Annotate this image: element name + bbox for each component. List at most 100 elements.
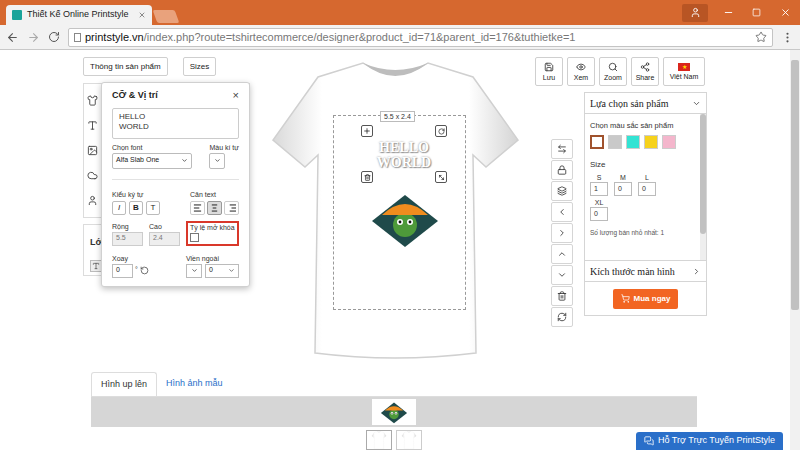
new-tab-button[interactable] <box>152 10 179 23</box>
text-style-button[interactable]: T <box>146 201 160 215</box>
chat-icon <box>644 436 654 446</box>
menu-icon[interactable] <box>781 31 794 44</box>
tool-button[interactable] <box>84 163 101 188</box>
minimize-button[interactable] <box>714 7 742 18</box>
forward-icon[interactable] <box>27 31 40 44</box>
side-tool-button[interactable] <box>551 139 573 159</box>
panel-scrollbar[interactable] <box>700 114 706 260</box>
language-button[interactable]: ★Việt Nam <box>663 57 705 86</box>
lock-ratio-checkbox[interactable] <box>190 233 199 242</box>
side-tool-icon <box>557 312 567 322</box>
size-option: L0 <box>638 173 656 196</box>
design-canvas: 5.5 x 2.4HELLOWORLD <box>253 50 533 370</box>
size-quantity-input[interactable]: 0 <box>638 182 656 196</box>
color-swatch[interactable] <box>662 135 676 149</box>
tool-button[interactable] <box>84 188 101 213</box>
bottom-tab[interactable]: Hình up lên <box>91 372 157 396</box>
close-tab-icon[interactable] <box>138 11 146 19</box>
text-style-button[interactable]: B <box>129 201 143 215</box>
url-field[interactable]: printstyle.vn/index.php?route=tshirtecom… <box>68 28 773 47</box>
align-center-icon <box>210 204 219 212</box>
shirt-view-thumb[interactable] <box>396 430 422 450</box>
action-button[interactable]: Lưu <box>535 57 563 86</box>
text-input[interactable]: HELLOWORLD <box>112 108 239 139</box>
tool-icon <box>87 195 98 206</box>
action-button[interactable]: Share <box>631 57 659 86</box>
product-panel-header[interactable]: Lựa chọn sản phẩm <box>584 92 707 114</box>
reload-icon[interactable] <box>48 31 60 43</box>
minimize-icon <box>723 7 734 18</box>
move-icon <box>363 127 371 135</box>
back-icon[interactable] <box>6 31 19 44</box>
side-tool-button[interactable] <box>551 265 573 285</box>
text-color-picker[interactable] <box>209 153 225 169</box>
screen-size-header[interactable]: Kích thước màn hình <box>584 261 707 282</box>
maximize-icon <box>752 8 761 17</box>
expand-icon <box>692 267 701 276</box>
support-chat-button[interactable]: Hỗ Trợ Trực Tuyến PrintStyle <box>636 432 783 450</box>
shirt-icon <box>371 431 387 449</box>
outline-color-picker[interactable] <box>186 264 202 278</box>
tool-icon <box>87 120 98 131</box>
tool-button[interactable] <box>84 113 101 138</box>
text-element[interactable]: HELLOWORLD <box>367 132 441 178</box>
uploaded-images-strip <box>91 397 697 427</box>
action-button[interactable]: Xem <box>567 57 595 86</box>
close-button[interactable] <box>770 7 800 18</box>
side-tool-icon <box>557 165 567 175</box>
side-tool-button[interactable] <box>551 244 573 264</box>
close-icon <box>780 7 791 18</box>
size-quantity-input[interactable]: 0 <box>590 207 608 221</box>
font-select[interactable]: Alfa Slab One <box>112 153 192 169</box>
uploaded-image-thumb[interactable] <box>372 399 416 425</box>
action-button[interactable]: Zoom <box>599 57 627 86</box>
move-handle[interactable] <box>361 125 373 137</box>
tool-icon <box>87 95 98 106</box>
side-tool-button[interactable] <box>551 160 573 180</box>
rotate-handle[interactable] <box>435 125 447 137</box>
text-style-button[interactable]: I <box>112 201 126 215</box>
print-area: 5.5 x 2.4HELLOWORLD <box>333 115 466 310</box>
side-tool-icon <box>557 291 567 301</box>
browser-tab[interactable]: Thiết Kế Online Printstyle <box>6 5 152 25</box>
top-button[interactable]: Sizes <box>183 57 217 76</box>
side-tool-button[interactable] <box>551 286 573 306</box>
color-swatch[interactable] <box>608 135 622 149</box>
tool-icon <box>87 145 98 156</box>
page-icon <box>74 33 81 42</box>
color-swatch[interactable] <box>644 135 658 149</box>
bottom-tab[interactable]: Hình ảnh mẫu <box>157 372 232 396</box>
bookmark-star-icon[interactable] <box>755 31 767 43</box>
side-tool-icon <box>557 228 567 238</box>
page-scrollbar[interactable] <box>790 50 800 450</box>
text-align-button[interactable] <box>207 201 222 215</box>
resize-handle[interactable] <box>435 171 447 183</box>
align-left-icon <box>193 204 202 212</box>
side-tool-button[interactable] <box>551 202 573 222</box>
outline-width-select[interactable]: 0 <box>205 264 239 278</box>
size-quantity-input[interactable]: 0 <box>614 182 632 196</box>
close-panel-button[interactable]: × <box>233 90 239 101</box>
size-option: S1 <box>590 173 608 196</box>
maximize-button[interactable] <box>742 8 770 17</box>
text-align-button[interactable] <box>224 201 239 215</box>
top-button[interactable]: Thông tin sản phẩm <box>83 57 168 76</box>
color-swatch[interactable] <box>626 135 640 149</box>
text-align-button[interactable] <box>190 201 205 215</box>
tool-button[interactable] <box>84 88 101 113</box>
delete-handle[interactable] <box>361 171 373 183</box>
action-button-icon <box>544 62 554 72</box>
buy-button[interactable]: Mua ngay <box>613 289 679 309</box>
side-tool-button[interactable] <box>551 223 573 243</box>
color-swatch[interactable] <box>590 135 604 149</box>
reset-rotate-icon[interactable] <box>140 266 149 275</box>
profile-button[interactable] <box>682 4 708 22</box>
side-tool-icon <box>557 186 567 196</box>
image-element[interactable] <box>370 191 440 249</box>
rotate-input[interactable]: 0 <box>112 264 133 278</box>
side-tool-button[interactable] <box>551 181 573 201</box>
tool-button[interactable] <box>84 138 101 163</box>
side-tool-button[interactable] <box>551 307 573 327</box>
size-quantity-input[interactable]: 1 <box>590 182 608 196</box>
shirt-view-thumb[interactable] <box>366 430 392 450</box>
